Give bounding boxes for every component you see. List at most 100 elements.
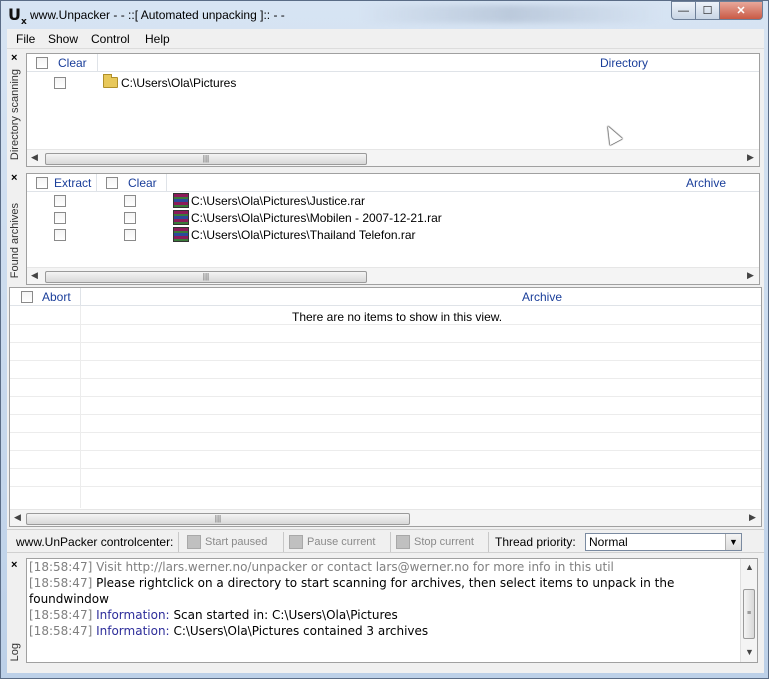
select-all-clear-checkbox[interactable] bbox=[36, 57, 48, 69]
scrollbar-thumb[interactable]: ≡ bbox=[743, 589, 755, 639]
thread-priority-select[interactable]: Normal ▼ bbox=[585, 533, 742, 551]
archives-hscrollbar[interactable]: ◀ ||| ▶ bbox=[27, 267, 759, 284]
unpack-queue-list[interactable]: Abort Archive There are no items to show… bbox=[9, 287, 762, 527]
archive-path: C:\Users\Ola\Pictures\Thailand Telefon.r… bbox=[191, 228, 416, 242]
log-vscrollbar[interactable]: ▲ ≡ ▼ bbox=[740, 559, 757, 662]
clear-checkbox[interactable] bbox=[124, 229, 136, 241]
clear-checkbox[interactable] bbox=[54, 77, 66, 89]
column-divider[interactable] bbox=[97, 54, 98, 72]
select-all-extract-checkbox[interactable] bbox=[36, 177, 48, 189]
scroll-left-icon[interactable]: ◀ bbox=[31, 270, 38, 281]
unpack-hscrollbar[interactable]: ◀ ||| ▶ bbox=[10, 509, 761, 526]
clear-checkbox[interactable] bbox=[124, 195, 136, 207]
row-gridline bbox=[10, 396, 761, 397]
extract-checkbox[interactable] bbox=[54, 195, 66, 207]
close-log-panel-icon[interactable]: × bbox=[11, 559, 17, 571]
unpack-queue-panel: Abort Archive There are no items to show… bbox=[7, 287, 764, 527]
close-icon: ✕ bbox=[736, 5, 746, 17]
directory-list-header: Clear Directory bbox=[27, 54, 759, 72]
menu-show[interactable]: Show bbox=[48, 32, 78, 46]
list-item[interactable]: C:\Users\Ola\Pictures\Justice.rar bbox=[27, 193, 759, 210]
scrollbar-thumb[interactable]: ||| bbox=[45, 271, 367, 283]
log-line: [18:58:47] Information: C:\Users\Ola\Pic… bbox=[29, 624, 429, 638]
row-gridline bbox=[10, 468, 761, 469]
rar-archive-icon bbox=[173, 227, 189, 242]
log-lines: [18:58:47] Visit http://lars.werner.no/u… bbox=[27, 559, 739, 639]
log-panel-label: Log bbox=[9, 643, 21, 662]
directory-hscrollbar[interactable]: ◀ ||| ▶ bbox=[27, 149, 759, 166]
log-line: [18:58:47] Information: Scan started in:… bbox=[29, 608, 398, 622]
log-panel-side: × Log bbox=[7, 555, 24, 667]
row-gridline bbox=[10, 324, 761, 325]
row-gridline bbox=[10, 378, 761, 379]
start-paused-button[interactable]: Start paused bbox=[187, 533, 267, 551]
chevron-down-icon[interactable]: ▼ bbox=[725, 534, 741, 550]
found-archives-list[interactable]: Extract Clear Archive C:\Users\Ola\Pictu… bbox=[26, 173, 760, 285]
close-archives-panel-icon[interactable]: × bbox=[11, 172, 17, 184]
scroll-left-icon[interactable]: ◀ bbox=[31, 152, 38, 163]
scroll-right-icon[interactable]: ▶ bbox=[747, 152, 754, 163]
column-divider[interactable] bbox=[166, 174, 167, 192]
archive-column-header[interactable]: Archive bbox=[686, 176, 726, 190]
select-all-clear-checkbox[interactable] bbox=[106, 177, 118, 189]
toolbar-separator bbox=[488, 532, 489, 552]
minimize-button[interactable]: — bbox=[671, 1, 696, 20]
row-gridline bbox=[10, 360, 761, 361]
scroll-left-icon[interactable]: ◀ bbox=[14, 512, 21, 523]
column-divider[interactable] bbox=[80, 288, 81, 306]
scrollbar-thumb[interactable]: ||| bbox=[45, 153, 367, 165]
list-item[interactable]: C:\Users\Ola\Pictures bbox=[27, 74, 759, 92]
archive-path: C:\Users\Ola\Pictures\Mobilen - 2007-12-… bbox=[191, 211, 442, 225]
clear-checkbox[interactable] bbox=[124, 212, 136, 224]
close-window-button[interactable]: ✕ bbox=[719, 1, 763, 20]
extract-checkbox[interactable] bbox=[54, 212, 66, 224]
toolbar-separator bbox=[178, 532, 179, 552]
close-directory-panel-icon[interactable]: × bbox=[11, 52, 17, 64]
extract-checkbox[interactable] bbox=[54, 229, 66, 241]
directory-list[interactable]: Clear Directory C:\Users\Ola\Pictures ◀ … bbox=[26, 53, 760, 167]
toolbar-separator bbox=[283, 532, 284, 552]
row-gridline bbox=[10, 486, 761, 487]
title-bar-glass bbox=[361, 5, 661, 23]
pause-current-button[interactable]: Pause current bbox=[289, 533, 375, 551]
stop-current-button[interactable]: Stop current bbox=[396, 533, 474, 551]
clear-column-header[interactable]: Clear bbox=[128, 176, 157, 190]
clear-column-header[interactable]: Clear bbox=[58, 56, 87, 70]
scrollbar-thumb[interactable]: ||| bbox=[26, 513, 410, 525]
found-archives-panel: × Found archives Extract Clear Archive C… bbox=[7, 171, 764, 285]
folder-icon bbox=[103, 74, 118, 88]
list-item[interactable]: C:\Users\Ola\Pictures\Thailand Telefon.r… bbox=[27, 227, 759, 244]
menu-file[interactable]: File bbox=[16, 32, 35, 46]
row-gridline bbox=[10, 342, 761, 343]
row-gridline bbox=[10, 432, 761, 433]
column-gridline bbox=[80, 306, 81, 508]
archive-column-header[interactable]: Archive bbox=[522, 290, 562, 304]
extract-column-header[interactable]: Extract bbox=[54, 176, 91, 190]
column-divider[interactable] bbox=[96, 174, 97, 192]
scroll-right-icon[interactable]: ▶ bbox=[749, 512, 756, 523]
archives-panel-side: × Found archives bbox=[7, 171, 24, 285]
directory-panel-side: × Directory scanning bbox=[7, 51, 24, 167]
abort-column-header[interactable]: Abort bbox=[42, 290, 71, 304]
app-logo-icon: Ux bbox=[8, 5, 27, 28]
stop-current-icon bbox=[396, 535, 410, 549]
scroll-right-icon[interactable]: ▶ bbox=[747, 270, 754, 281]
select-all-abort-checkbox[interactable] bbox=[21, 291, 33, 303]
list-item[interactable]: C:\Users\Ola\Pictures\Mobilen - 2007-12-… bbox=[27, 210, 759, 227]
minimize-icon: — bbox=[678, 4, 689, 17]
rar-archive-icon bbox=[173, 193, 189, 208]
archives-list-header: Extract Clear Archive bbox=[27, 174, 759, 192]
menu-control[interactable]: Control bbox=[91, 32, 130, 46]
log-output[interactable]: [18:58:47] Visit http://lars.werner.no/u… bbox=[26, 558, 758, 663]
empty-view-message: There are no items to show in this view. bbox=[292, 310, 503, 324]
scroll-down-icon[interactable]: ▼ bbox=[745, 647, 754, 657]
menu-help[interactable]: Help bbox=[145, 32, 170, 46]
window-title: www.Unpacker - - ::[ Automated unpacking… bbox=[30, 8, 285, 22]
start-paused-icon bbox=[187, 535, 201, 549]
maximize-button[interactable]: ☐ bbox=[695, 1, 720, 20]
log-line: [18:58:47] Visit http://lars.werner.no/u… bbox=[29, 560, 614, 574]
directory-column-header[interactable]: Directory bbox=[600, 56, 648, 70]
directory-panel-label: Directory scanning bbox=[9, 69, 21, 161]
scroll-up-icon[interactable]: ▲ bbox=[745, 562, 754, 572]
title-bar[interactable]: Ux www.Unpacker - - ::[ Automated unpack… bbox=[1, 1, 768, 29]
